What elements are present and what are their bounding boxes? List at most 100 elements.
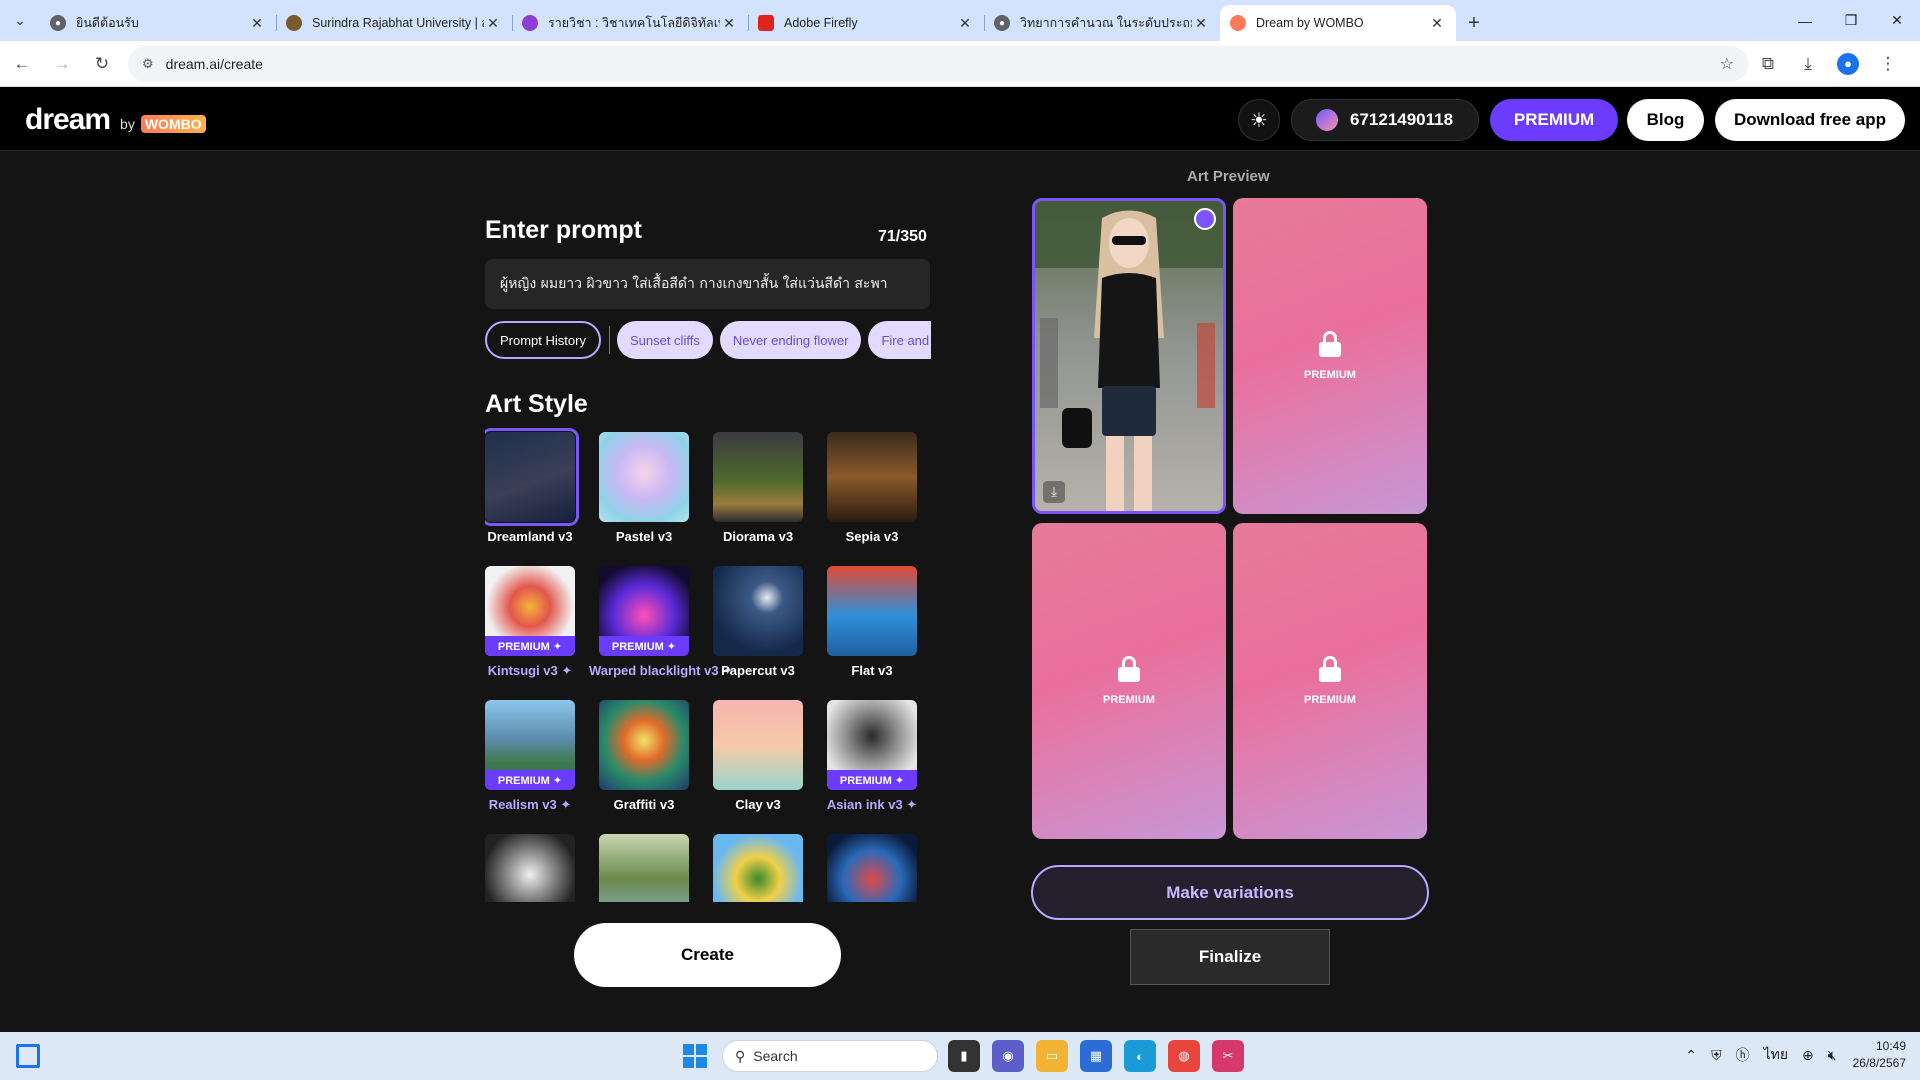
- browser-tab-3[interactable]: รายวิชา : วิชาเทคโนโลยีดิจิทัลเพื่อการ ✕: [512, 5, 748, 41]
- close-tab-icon[interactable]: ✕: [248, 15, 266, 32]
- download-image-icon[interactable]: ⤓: [1043, 481, 1065, 503]
- art-style-thumbnail: [485, 428, 579, 526]
- tab-title: วิทยาการคำนวณ ในระดับประถมศึกษ: [1020, 16, 1192, 30]
- art-style-option[interactable]: PREMIUM ✦ Realism v3 ✦: [485, 700, 585, 813]
- art-style-grid: Dreamland v3 Pastel v3 Diorama v3 Sepia v3 P…: [485, 428, 931, 902]
- file-explorer-icon[interactable]: ▭: [1036, 1040, 1068, 1072]
- extensions-puzzle-icon[interactable]: ⧉: [1748, 46, 1788, 82]
- snipping-tool-icon[interactable]: ✂: [1212, 1040, 1244, 1072]
- preview-image-1-selected[interactable]: ⤓: [1032, 198, 1226, 514]
- art-style-name: Kintsugi v3 ✦: [487, 663, 573, 678]
- security-shield-icon[interactable]: ⛨: [1711, 1047, 1722, 1064]
- create-button[interactable]: Create: [574, 923, 841, 987]
- theme-toggle-sun-icon[interactable]: ☀: [1238, 99, 1280, 141]
- art-style-option[interactable]: [485, 834, 585, 902]
- language-indicator[interactable]: ไทย: [1764, 1044, 1788, 1066]
- suggestion-chip-sunset-cliffs[interactable]: Sunset cliffs: [616, 321, 713, 359]
- preview-image-4-locked[interactable]: PREMIUM: [1233, 523, 1427, 839]
- browser-tab-1[interactable]: ● ยินดีต้อนรับ ✕: [40, 5, 276, 41]
- finalize-button[interactable]: Finalize: [1130, 929, 1330, 985]
- browser-tab-2[interactable]: Surindra Rajabhat University | ส ✕: [276, 5, 512, 41]
- close-window-icon[interactable]: ✕: [1874, 0, 1920, 41]
- back-arrow-icon[interactable]: ←: [4, 46, 40, 82]
- clock-time: 10:49: [1875, 1039, 1906, 1053]
- art-style-name: Asian ink v3 ✦: [826, 797, 918, 812]
- close-tab-icon[interactable]: ✕: [956, 15, 974, 32]
- close-tab-icon[interactable]: ✕: [1192, 15, 1210, 32]
- volume-muted-icon[interactable]: 🔇︎: [1828, 1047, 1837, 1064]
- premium-lock-label: PREMIUM: [1103, 694, 1155, 706]
- art-style-option[interactable]: Diorama v3: [703, 432, 813, 544]
- close-tab-icon[interactable]: ✕: [1428, 15, 1446, 32]
- art-style-option[interactable]: Graffiti v3: [589, 700, 699, 812]
- premium-button[interactable]: PREMIUM: [1490, 99, 1618, 141]
- reload-icon[interactable]: ↻: [84, 46, 120, 82]
- art-style-option[interactable]: Papercut v3: [703, 566, 813, 678]
- suggestion-chip-fire-and-w[interactable]: Fire and w: [868, 321, 931, 359]
- course-favicon-icon: [522, 15, 538, 31]
- prompt-input[interactable]: ผู้หญิง ผมยาว ผิวขาว ใส่เสื้อสีดำ กางเกง…: [485, 259, 930, 309]
- forward-arrow-icon[interactable]: →: [44, 46, 80, 82]
- task-view-icon[interactable]: ▮: [948, 1040, 980, 1072]
- new-tab-plus-icon[interactable]: +: [1456, 5, 1492, 41]
- preview-image-2-locked[interactable]: PREMIUM: [1233, 198, 1427, 514]
- art-style-option[interactable]: Clay v3: [703, 700, 813, 812]
- art-style-option[interactable]: PREMIUM ✦ Warped blacklight v3 ✦: [589, 566, 733, 679]
- art-style-option[interactable]: [589, 834, 699, 902]
- clock-date: 26/8/2567: [1852, 1056, 1906, 1070]
- edge-browser-icon[interactable]: ◐: [1124, 1040, 1156, 1072]
- preview-image-3-locked[interactable]: PREMIUM: [1032, 523, 1226, 839]
- browser-tab-6-active[interactable]: Dream by WOMBO ✕: [1220, 5, 1456, 41]
- bookmark-star-icon[interactable]: ☆: [1720, 54, 1734, 74]
- widgets-icon[interactable]: [16, 1044, 40, 1068]
- art-style-option[interactable]: [703, 834, 813, 902]
- art-style-option[interactable]: Dreamland v3: [485, 428, 585, 544]
- art-style-option[interactable]: [817, 834, 927, 902]
- art-style-option[interactable]: Pastel v3: [589, 432, 699, 544]
- browser-menu-icon[interactable]: ⋮: [1868, 46, 1908, 82]
- make-variations-button[interactable]: Make variations: [1031, 865, 1429, 920]
- art-style-thumbnail: [827, 432, 917, 522]
- suggestion-chip-never-ending-flower[interactable]: Never ending flower: [719, 321, 862, 359]
- browser-tab-4[interactable]: Adobe Firefly ✕: [748, 5, 984, 41]
- prompt-history-button[interactable]: Prompt History: [485, 321, 601, 359]
- close-tab-icon[interactable]: ✕: [484, 15, 502, 32]
- dream-logo[interactable]: dream by WOMBO: [25, 103, 206, 137]
- close-tab-icon[interactable]: ✕: [720, 15, 738, 32]
- profile-avatar-icon[interactable]: ●: [1828, 46, 1868, 82]
- network-globe-icon[interactable]: ⊕: [1802, 1047, 1814, 1064]
- microsoft-store-icon[interactable]: ▦: [1080, 1040, 1112, 1072]
- browser-tab-5[interactable]: ● วิทยาการคำนวณ ในระดับประถมศึกษ ✕: [984, 5, 1220, 41]
- art-style-name: Pastel v3: [615, 529, 673, 544]
- lock-icon: [1319, 656, 1341, 682]
- minimize-icon[interactable]: —: [1782, 0, 1828, 41]
- art-style-option[interactable]: PREMIUM ✦ Asian ink v3 ✦: [817, 700, 927, 813]
- hp-icon[interactable]: ⓗ: [1736, 1045, 1750, 1065]
- art-style-option[interactable]: Flat v3: [817, 566, 927, 678]
- download-app-button[interactable]: Download free app: [1715, 99, 1905, 141]
- blog-button[interactable]: Blog: [1627, 99, 1704, 141]
- windows-taskbar: ⚲ Search ▮ ◉ ▭ ▦ ◐ ◍ ✂ ⌃ ⛨ ⓗ ไทย ⊕ 🔇︎ 10…: [0, 1032, 1920, 1080]
- downloads-icon[interactable]: ⤓: [1788, 46, 1828, 82]
- lock-icon: [1319, 331, 1341, 357]
- art-style-option[interactable]: Sepia v3: [817, 432, 927, 544]
- teams-icon[interactable]: ◉: [992, 1040, 1024, 1072]
- prompt-char-count: 71/350: [878, 228, 927, 245]
- tab-title: Surindra Rajabhat University | ส: [312, 16, 484, 30]
- restore-icon[interactable]: ❐: [1828, 0, 1874, 41]
- tab-search-icon[interactable]: ⌄: [0, 0, 40, 41]
- art-style-option[interactable]: PREMIUM ✦ Kintsugi v3 ✦: [485, 566, 585, 679]
- site-settings-icon[interactable]: ⚙: [142, 56, 154, 72]
- taskbar-search-box[interactable]: ⚲ Search: [722, 1040, 938, 1072]
- art-style-name: Realism v3 ✦: [488, 797, 572, 812]
- url-omnibox[interactable]: ⚙ dream.ai/create ☆: [128, 45, 1748, 82]
- art-style-thumbnail: [599, 834, 689, 902]
- chrome-browser-icon[interactable]: ◍: [1168, 1040, 1200, 1072]
- chevron-up-icon[interactable]: ⌃: [1685, 1047, 1697, 1064]
- tab-title: รายวิชา : วิชาเทคโนโลยีดิจิทัลเพื่อการ: [548, 16, 720, 30]
- taskbar-apps: ▮ ◉ ▭ ▦ ◐ ◍ ✂: [948, 1040, 1256, 1072]
- clock[interactable]: 10:49 26/8/2567: [1853, 1038, 1906, 1072]
- user-account-button[interactable]: 67121490118: [1291, 99, 1479, 141]
- windows-start-icon[interactable]: [683, 1044, 707, 1068]
- window-controls: — ❐ ✕: [1782, 0, 1920, 41]
